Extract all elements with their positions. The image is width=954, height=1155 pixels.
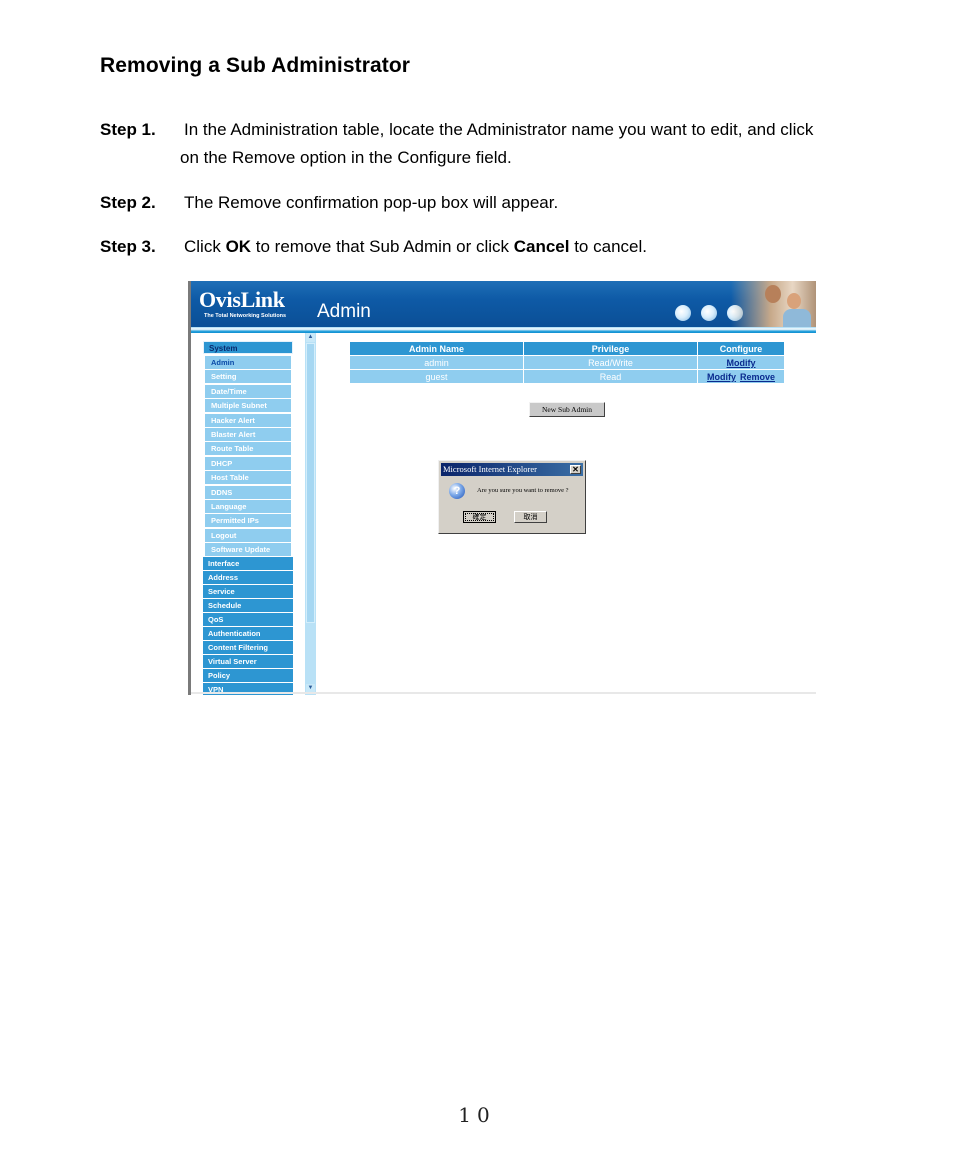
photo-child: [787, 293, 801, 309]
step-text: The Remove confirmation pop-up box will …: [184, 193, 559, 212]
step-text-post: to cancel.: [569, 237, 647, 256]
step-label: Step 1.: [100, 120, 156, 139]
sidebar-item-virtual-server[interactable]: Virtual Server: [203, 655, 293, 669]
dialog-title: Microsoft Internet Explorer: [443, 464, 537, 474]
sidebar-item-software-update[interactable]: Software Update: [205, 543, 291, 557]
globe-icon: [701, 305, 717, 321]
sidebar-item-authentication[interactable]: Authentication: [203, 627, 293, 641]
scroll-thumb[interactable]: [306, 343, 315, 623]
modify-link[interactable]: Modify: [707, 372, 736, 382]
banner-stripe: [191, 327, 816, 333]
ok-emphasis: OK: [225, 237, 252, 256]
step-3: Step 3. Click OK to remove that Sub Admin…: [100, 233, 647, 261]
scroll-up-arrow-icon[interactable]: ▲: [306, 333, 315, 342]
page-number: 10: [458, 1103, 496, 1127]
table-row: guest Read Modify Remove: [350, 370, 784, 383]
sidebar-item-address[interactable]: Address: [203, 571, 293, 585]
sidebar-item-route-table[interactable]: Route Table: [205, 442, 291, 456]
step-2: Step 2. The Remove confirmation pop-up bo…: [100, 189, 558, 217]
configure-cell: Modify: [698, 356, 784, 369]
sidebar-item-ddns[interactable]: DDNS: [205, 485, 291, 499]
header-configure: Configure: [698, 342, 784, 355]
globe-icon: [675, 305, 691, 321]
logo-text: OvisLink: [199, 287, 285, 312]
sidebar-item-date-time[interactable]: Date/Time: [205, 384, 291, 398]
header-admin-name: Admin Name: [350, 342, 523, 355]
header-banner: OvisLink The Total Networking Solutions …: [191, 281, 816, 327]
sidebar-item-admin[interactable]: Admin: [205, 356, 291, 369]
modify-link[interactable]: Modify: [727, 358, 756, 368]
step-1-continuation: on the Remove option in the Configure fi…: [180, 148, 512, 167]
sidebar-section-system[interactable]: System: [203, 341, 293, 354]
ok-button[interactable]: 確定: [463, 511, 496, 523]
table-header-row: Admin Name Privilege Configure: [350, 342, 784, 355]
new-sub-admin-button[interactable]: New Sub Admin: [529, 402, 605, 417]
page-title: Admin: [317, 301, 371, 322]
close-icon[interactable]: ✕: [570, 465, 581, 474]
photo-person: [765, 285, 781, 303]
sidebar-item-service[interactable]: Service: [203, 585, 293, 599]
cancel-button[interactable]: 取消: [514, 511, 547, 523]
sidebar-item-content-filtering[interactable]: Content Filtering: [203, 641, 293, 655]
table-row: admin Read/Write Modify: [350, 356, 784, 369]
header-privilege: Privilege: [524, 342, 697, 355]
privilege-cell: Read/Write: [524, 356, 697, 369]
step-label: Step 2.: [100, 193, 156, 212]
sidebar: System Admin Setting Date/Time Multiple …: [203, 341, 293, 695]
sidebar-item-policy[interactable]: Policy: [203, 669, 293, 683]
sidebar-item-setting[interactable]: Setting: [205, 370, 291, 384]
step-1: Step 1. In the Administration table, loca…: [100, 116, 813, 144]
sidebar-item-dhcp[interactable]: DHCP: [205, 456, 291, 470]
document-title: Removing a Sub Administrator: [100, 54, 411, 77]
step-label: Step 3.: [100, 237, 156, 256]
sidebar-item-language[interactable]: Language: [205, 499, 291, 513]
sidebar-item-schedule[interactable]: Schedule: [203, 599, 293, 613]
dialog-titlebar: Microsoft Internet Explorer ✕: [441, 463, 583, 476]
sidebar-item-host-table[interactable]: Host Table: [205, 471, 291, 485]
admin-screenshot: OvisLink The Total Networking Solutions …: [188, 281, 816, 695]
logo-tagline: The Total Networking Solutions: [204, 313, 287, 319]
sidebar-scrollbar[interactable]: ▲ ▼: [305, 333, 316, 695]
admin-table: Admin Name Privilege Configure admin Rea…: [349, 341, 785, 384]
cancel-emphasis: Cancel: [513, 237, 570, 256]
sidebar-item-qos[interactable]: QoS: [203, 613, 293, 627]
dialog-message: Are you sure you want to remove ?: [477, 487, 569, 494]
configure-cell: Modify Remove: [698, 370, 784, 383]
divider: [191, 692, 816, 694]
admin-name-cell: admin: [350, 356, 523, 369]
remove-link[interactable]: Remove: [740, 372, 775, 382]
question-icon: ?: [449, 483, 465, 499]
privilege-cell: Read: [524, 370, 697, 383]
step-text: In the Administration table, locate the …: [184, 120, 814, 139]
sidebar-item-hacker-alert[interactable]: Hacker Alert: [205, 413, 291, 427]
step-text-pre: Click: [184, 237, 226, 256]
banner-photo: [731, 281, 816, 327]
step-text-mid: to remove that Sub Admin or click: [251, 237, 514, 256]
sidebar-item-interface[interactable]: Interface: [203, 557, 293, 571]
sidebar-item-blaster-alert[interactable]: Blaster Alert: [205, 427, 291, 441]
photo-shirt: [783, 309, 811, 327]
sidebar-item-logout[interactable]: Logout: [205, 528, 291, 542]
ovislink-logo: OvisLink The Total Networking Solutions: [199, 287, 309, 323]
sidebar-item-multiple-subnet[interactable]: Multiple Subnet: [205, 399, 291, 413]
admin-name-cell: guest: [350, 370, 523, 383]
sidebar-item-permitted-ips[interactable]: Permitted IPs: [205, 514, 291, 528]
remove-confirm-dialog: Microsoft Internet Explorer ✕ ? Are you …: [438, 460, 586, 534]
